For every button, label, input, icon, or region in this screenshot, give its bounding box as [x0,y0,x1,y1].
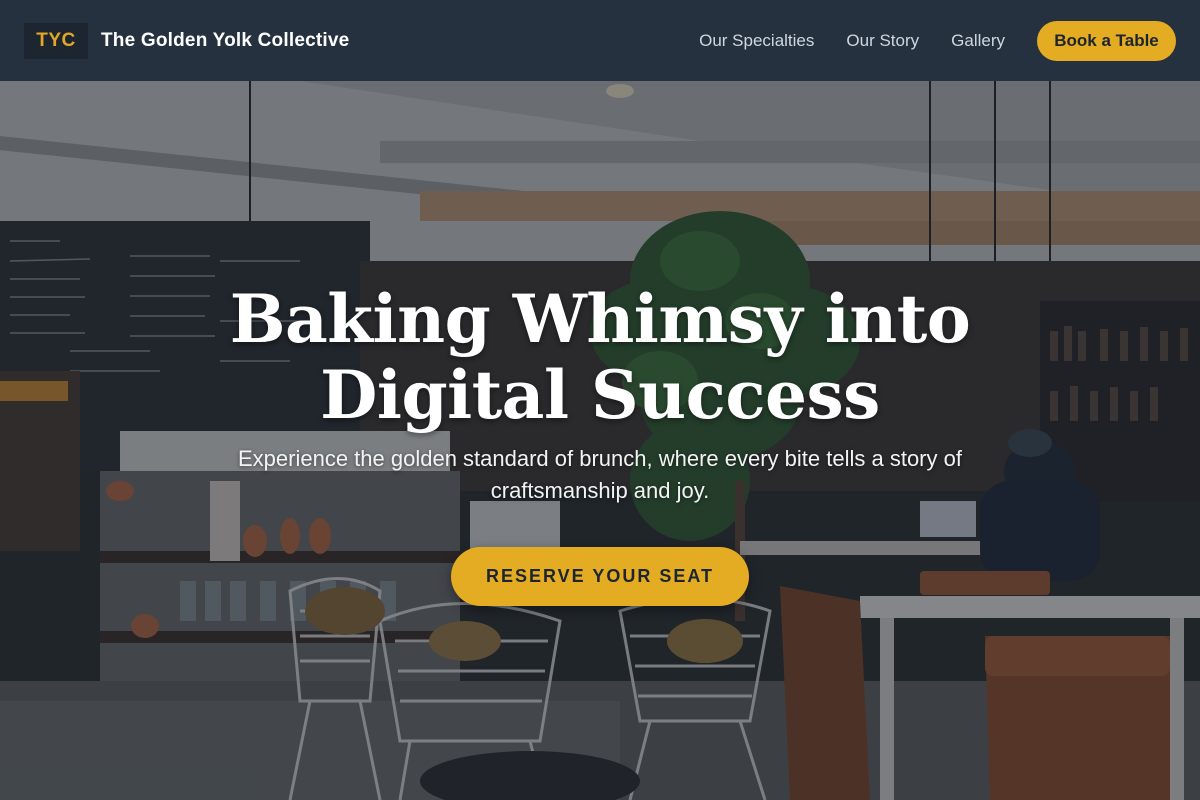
nav-link-our-story[interactable]: Our Story [846,31,919,51]
book-table-button[interactable]: Book a Table [1037,20,1176,61]
reserve-seat-button[interactable]: RESERVE YOUR SEAT [451,547,749,606]
hero-title: Baking Whimsy into Digital Success [229,280,971,434]
hero-section: Baking Whimsy into Digital Success Exper… [0,81,1200,800]
nav-link-gallery[interactable]: Gallery [951,31,1005,51]
brand-name[interactable]: The Golden Yolk Collective [101,30,349,52]
site-header: TYC The Golden Yolk Collective Our Speci… [0,0,1200,81]
hero-subtitle: Experience the golden standard of brunch… [238,446,962,503]
reserve-seat-label: RESERVE YOUR SEAT [485,566,715,586]
logo-text: TYC [36,29,76,51]
logo[interactable]: TYC [24,22,88,59]
main-nav: Our Specialties Our Story Gallery Book a… [699,20,1176,61]
nav-link-specialties[interactable]: Our Specialties [699,31,814,51]
hero-content: Baking Whimsy into Digital Success Exper… [0,81,1200,800]
book-table-label: Book a Table [1054,30,1159,50]
